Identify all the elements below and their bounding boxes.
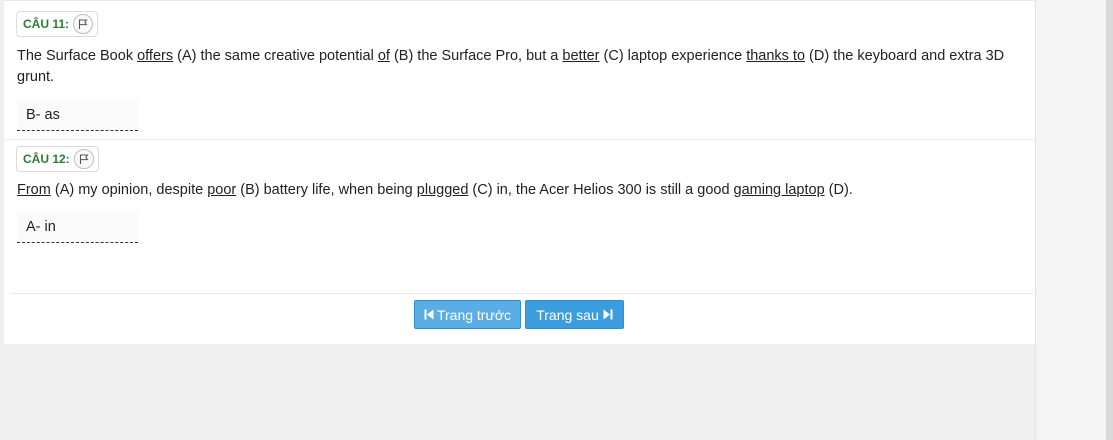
underlined-option: of xyxy=(377,48,390,64)
question-card: CÂU 11: The Surface Book offers (A) the … xyxy=(4,0,1035,344)
question-label: CÂU 11: xyxy=(23,17,70,31)
page: CÂU 11: The Surface Book offers (A) the … xyxy=(0,0,1113,440)
question-badge: CÂU 12: xyxy=(16,146,99,172)
flag-icon xyxy=(78,19,88,29)
underlined-option: plugged xyxy=(416,182,469,198)
underlined-option: From xyxy=(17,182,51,198)
question-12: CÂU 12: From (A) my opinion, despite poo… xyxy=(4,141,1035,291)
text-segment: The Surface Book xyxy=(17,48,138,64)
underlined-option: gaming laptop xyxy=(733,182,825,198)
skip-forward-icon xyxy=(603,309,613,320)
flag-button[interactable] xyxy=(73,14,94,34)
question-11: CÂU 11: The Surface Book offers (A) the … xyxy=(4,1,1035,140)
text-segment: (A) my opinion, despite xyxy=(50,182,208,198)
answer-field[interactable]: B- as xyxy=(17,99,138,131)
question-text: The Surface Book offers (A) the same cre… xyxy=(17,46,1013,88)
underlined-option: offers xyxy=(137,48,174,64)
answer-field[interactable]: A- in xyxy=(17,211,138,243)
next-page-label: Trang sau xyxy=(536,306,599,323)
question-badge: CÂU 11: xyxy=(16,11,99,37)
flag-button[interactable] xyxy=(73,149,94,169)
text-segment: (A) the same creative potential xyxy=(173,48,378,64)
text-segment: (B) battery life, when being xyxy=(236,182,417,198)
scrollbar[interactable] xyxy=(1106,0,1113,440)
previous-page-label: Trang trước xyxy=(436,306,512,323)
divider xyxy=(10,293,1033,294)
text-segment: (C) in, the Acer Helios 300 is still a g… xyxy=(468,182,734,198)
flag-icon xyxy=(79,154,89,164)
next-page-button[interactable]: Trang sau xyxy=(525,300,624,329)
question-label: CÂU 12: xyxy=(23,152,70,166)
text-segment: (B) the Surface Pro, but a xyxy=(389,48,563,64)
skip-back-icon xyxy=(424,309,434,320)
underlined-option: thanks to xyxy=(746,48,806,64)
text-segment: (C) laptop experience xyxy=(599,48,747,64)
question-text: From (A) my opinion, despite poor (B) ba… xyxy=(17,180,1013,201)
previous-page-button[interactable]: Trang trước xyxy=(414,300,521,329)
right-panel xyxy=(1035,0,1106,440)
underlined-option: poor xyxy=(207,182,237,198)
underlined-option: better xyxy=(562,48,600,64)
text-segment: (D). xyxy=(824,182,853,198)
